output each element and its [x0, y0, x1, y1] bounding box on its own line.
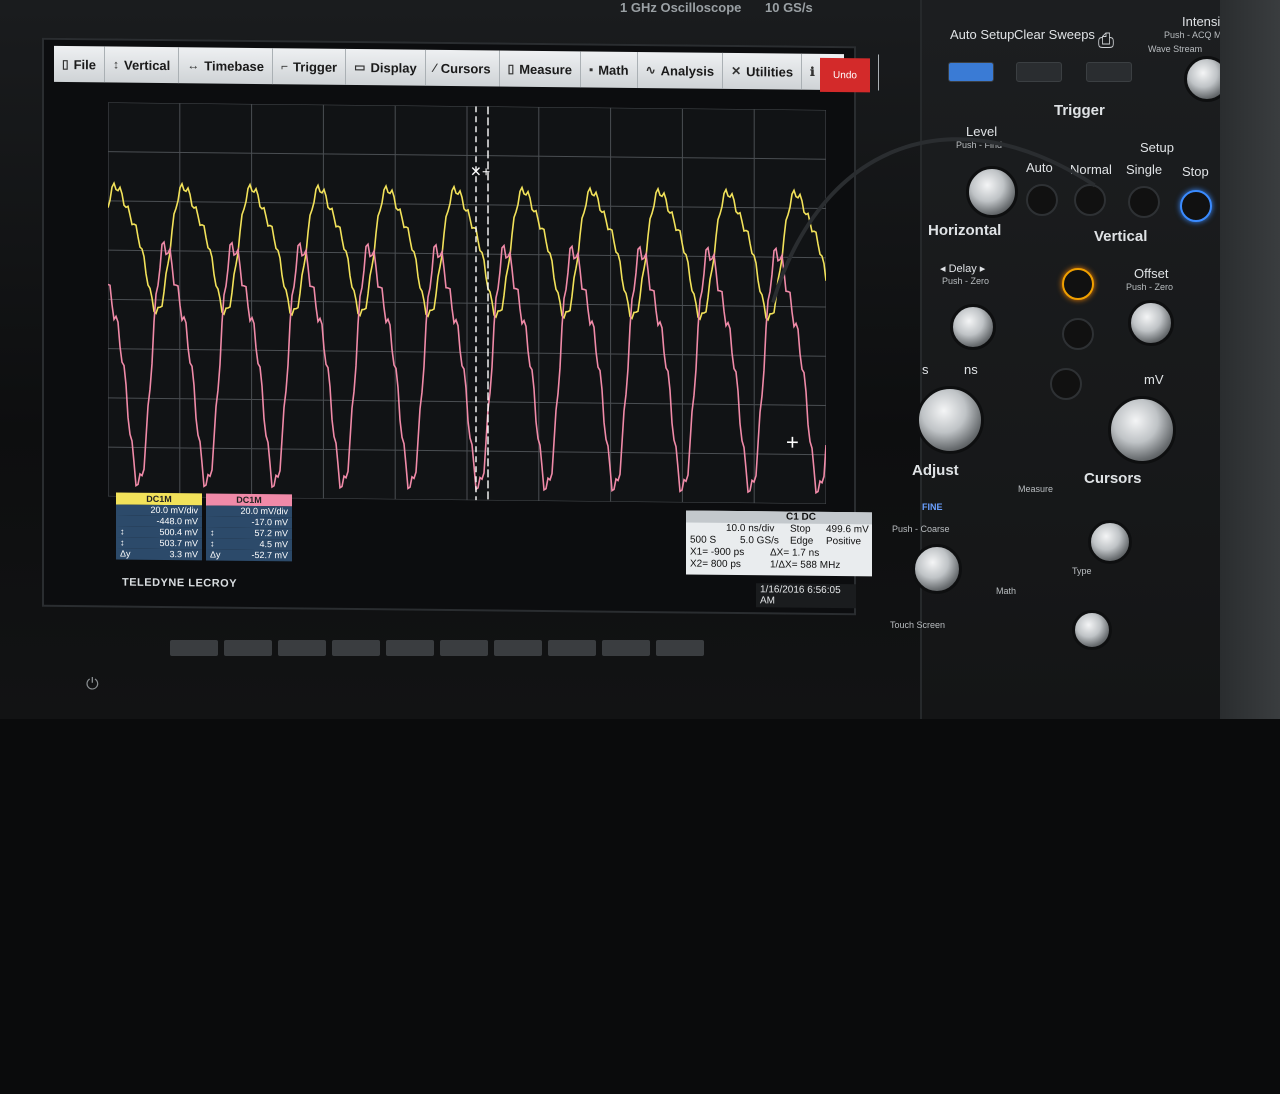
menu-timebase[interactable]: ↔ Timebase: [179, 47, 274, 85]
softkey[interactable]: [170, 640, 218, 656]
menu-label: Math: [598, 62, 629, 78]
clear-sweeps-label: Clear Sweeps: [1014, 27, 1095, 42]
menu-label: Display: [370, 59, 417, 76]
print-icon: ⎙: [1098, 30, 1114, 52]
stop-label: Stop: [1182, 164, 1209, 179]
softkey[interactable]: [278, 640, 326, 656]
menu-cursors[interactable]: ⁄ Cursors: [425, 49, 500, 87]
cursors-icon: ⁄: [433, 60, 436, 75]
menu-display[interactable]: ▭ Display: [346, 48, 426, 86]
softkey[interactable]: [602, 640, 650, 656]
waveform-grid[interactable]: ✕ + +: [108, 102, 826, 504]
vertical-icon: ↕: [113, 57, 120, 72]
softkey[interactable]: [494, 640, 542, 656]
wave-stream-label: Wave Stream: [1148, 44, 1203, 54]
auto-setup-label: Auto Setup: [950, 27, 1015, 42]
power-icon[interactable]: ⏻: [86, 676, 99, 694]
menu-vertical[interactable]: ↕ Vertical: [105, 46, 180, 84]
support-icon: ℹ: [810, 64, 815, 79]
brand-label: TELEDYNE LECROY: [122, 576, 238, 590]
softkey[interactable]: [332, 640, 380, 656]
menu-file[interactable]: ▯ File: [54, 45, 106, 83]
trigger-icon: ⌐: [281, 59, 289, 74]
menu-utilities[interactable]: ✕ Utilities: [723, 52, 803, 90]
scope-screen[interactable]: Undo ▯ File ↕ Vertical ↔ Timebase ⌐ Trigger ▭ Disp…: [42, 37, 879, 616]
timebase-icon: ↔: [187, 58, 200, 73]
undo-button[interactable]: Undo: [820, 57, 870, 93]
auto-setup-button[interactable]: [948, 62, 994, 82]
menu-trigger[interactable]: ⌐ Trigger: [273, 48, 347, 85]
utilities-icon: ✕: [731, 63, 742, 79]
menu-math[interactable]: ▪ Math: [580, 51, 638, 88]
menu-bar: Undo ▯ File ↕ Vertical ↔ Timebase ⌐ Trigger ▭ Disp…: [54, 45, 879, 93]
softkey[interactable]: [548, 640, 596, 656]
trigger-heading: Trigger: [1054, 102, 1105, 119]
menu-label: Utilities: [746, 63, 794, 80]
waveform-svg: ✕ + +: [108, 102, 826, 504]
menu-label: Cursors: [440, 60, 491, 76]
softkey-row: [170, 640, 770, 662]
measure-icon: ▯: [507, 61, 515, 76]
bandwidth-label: 1 GHz Oscilloscope: [620, 0, 742, 15]
top-label-strip: 1 GHz Oscilloscope 10 GS/s: [330, 0, 950, 18]
menu-label: File: [73, 56, 97, 72]
cursor-x1-marker: ✕: [470, 163, 482, 179]
stop-trigger-button[interactable]: [1180, 190, 1212, 222]
print-button[interactable]: [1086, 62, 1132, 82]
menu-label: Vertical: [124, 57, 171, 73]
softkey[interactable]: [656, 640, 704, 656]
channel1-descriptor[interactable]: DC1M 20.0 mV/div -448.0 mV ↕ 500.4 mV ↕ 50…: [116, 492, 202, 574]
analysis-icon: ∿: [645, 63, 656, 78]
softkey[interactable]: [440, 640, 488, 656]
channel2-descriptor[interactable]: DC1M 20.0 mV/div -17.0 mV ↕ 57.2 mV ↕ 4.5 …: [206, 493, 292, 574]
samplerate-label: 10 GS/s: [765, 0, 813, 15]
menu-analysis[interactable]: ∿ Analysis: [637, 51, 724, 89]
math-icon: ▪: [588, 62, 594, 77]
menu-label: Trigger: [293, 58, 338, 75]
info-area: DC1M 20.0 mV/div -448.0 mV ↕ 500.4 mV ↕ 50…: [116, 492, 872, 611]
menu-label: Analysis: [660, 62, 715, 79]
setup-label: Setup: [1140, 140, 1174, 155]
single-label: Single: [1126, 162, 1163, 177]
softkey[interactable]: [224, 640, 272, 656]
menu-measure[interactable]: ▯ Measure: [499, 50, 581, 88]
softkey[interactable]: [386, 640, 434, 656]
menu-label: Measure: [519, 61, 572, 77]
cursor-x2-marker: +: [482, 163, 490, 179]
display-icon: ▭: [354, 60, 366, 75]
file-icon: ▯: [62, 56, 69, 72]
menu-label: Timebase: [204, 57, 265, 74]
clear-sweeps-button[interactable]: [1016, 62, 1062, 82]
